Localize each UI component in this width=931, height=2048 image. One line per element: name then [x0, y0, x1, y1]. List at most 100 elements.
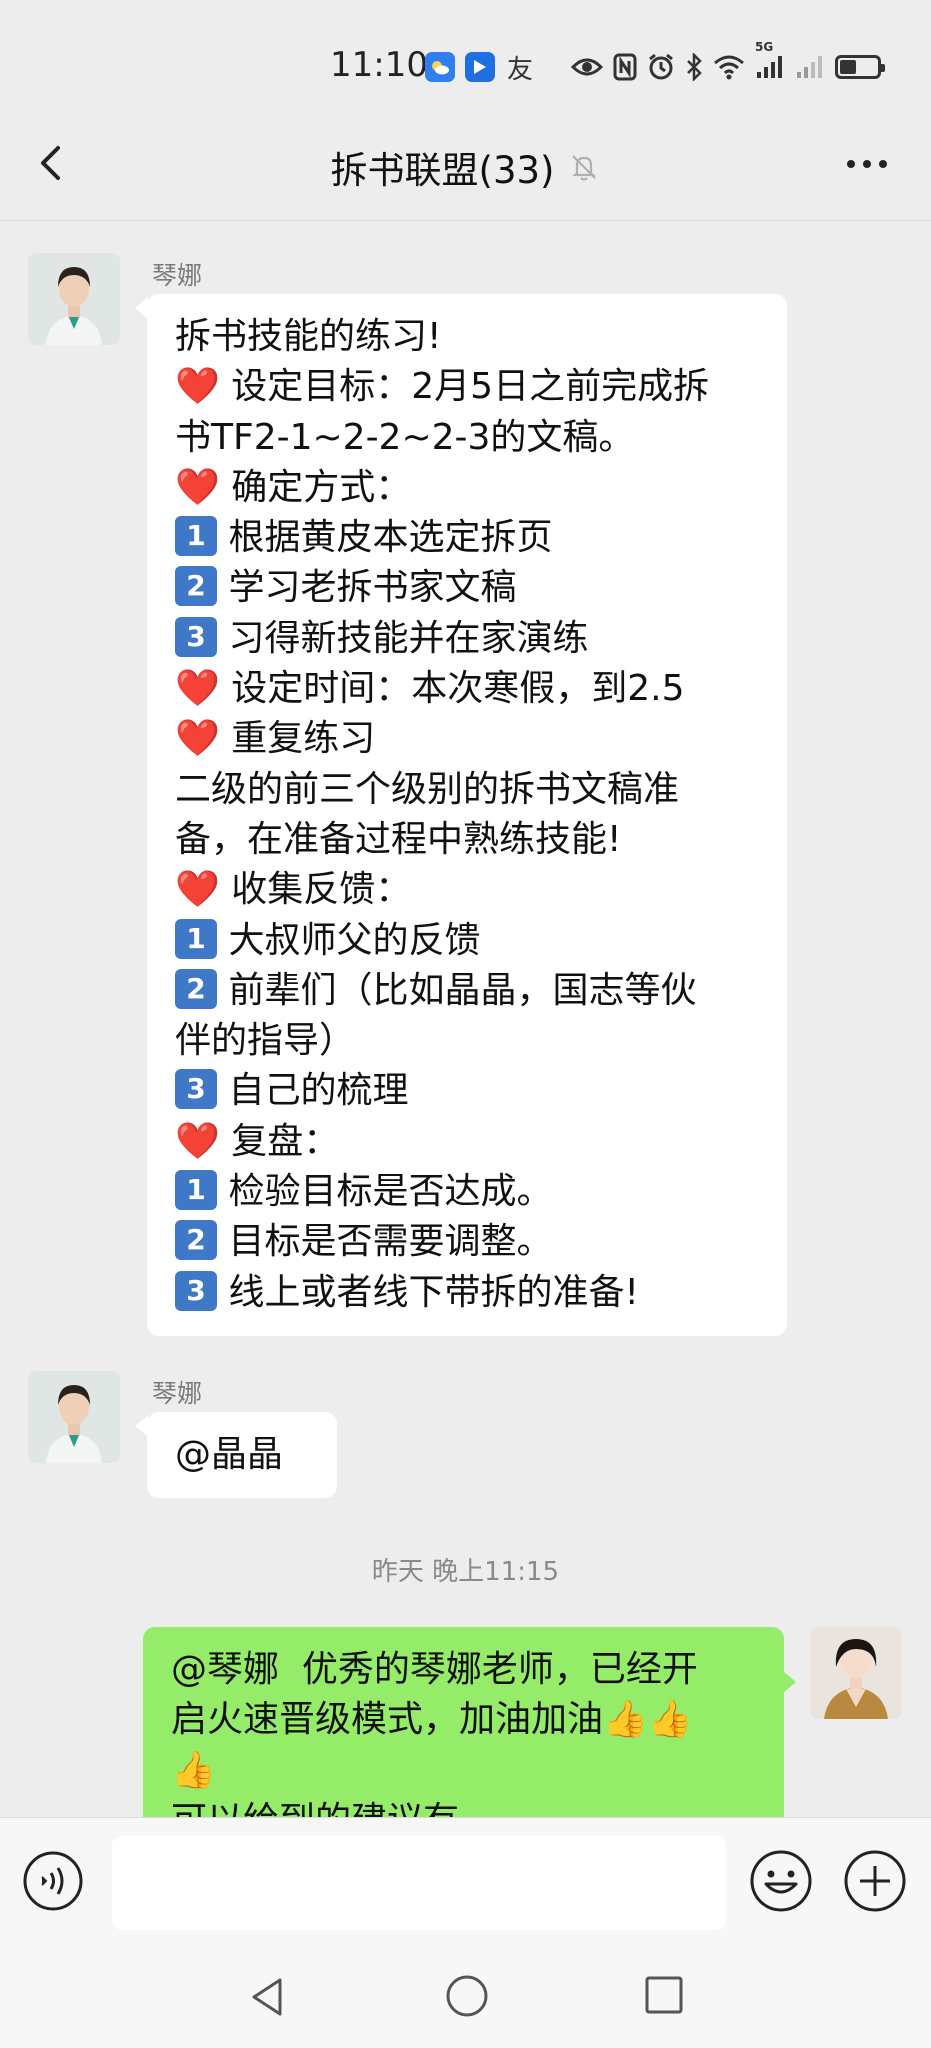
nav-back-button[interactable]	[244, 1972, 294, 2022]
message-line: 👍	[171, 1746, 756, 1796]
sender-name: 琴娜	[152, 261, 203, 290]
message-line: 备，在准备过程中熟练技能!	[175, 815, 759, 865]
message-text: 书TF2-1~2-2~2-3的文稿。	[175, 416, 635, 458]
message-line: ❤️ 设定目标：2月5日之前完成拆	[175, 362, 759, 412]
keycap-number-icon: 1	[175, 918, 217, 959]
more-functions-button[interactable]	[842, 1848, 908, 1914]
status-bar: 11:10 友 5G	[0, 0, 931, 110]
message-text: 重复练习	[219, 718, 376, 760]
message-line: @晶晶	[175, 1430, 309, 1480]
message-line: 2 前辈们（比如晶晶，国志等伙	[175, 966, 759, 1016]
keycap-number-icon: 1	[175, 1170, 217, 1211]
message-text: 确定方式：	[219, 466, 412, 508]
message-line: ❤️ 确定方式：	[175, 463, 759, 513]
mute-bell-icon	[572, 155, 597, 181]
keycap-number-icon: 2	[175, 1220, 217, 1261]
keycap-number-icon: 3	[175, 1069, 217, 1110]
message-text: 备，在准备过程中熟练技能!	[175, 818, 622, 860]
message-line: 1 检验目标是否达成。	[175, 1167, 759, 1217]
emoji-icon	[750, 1850, 812, 1912]
message-line: 二级的前三个级别的拆书文稿准	[175, 765, 759, 815]
message-text: 拆书技能的练习!	[175, 316, 442, 357]
self-avatar[interactable]	[810, 1627, 902, 1719]
message-text: 👍	[171, 1749, 216, 1791]
message-input[interactable]	[112, 1836, 726, 1930]
keycap-number-icon: 2	[175, 968, 217, 1009]
message-list[interactable]: 琴娜 拆书技能的练习! ❤️ 设定目标：2月5日之前完成拆 书TF2-1~2-2~2…	[0, 221, 931, 1817]
message-line: 可以给到的建议有	[171, 1796, 756, 1817]
signal-2-icon	[795, 54, 825, 80]
message-text: 大叔师父的反馈	[217, 919, 481, 961]
message-line: 3 自己的梳理	[175, 1066, 759, 1116]
message-line: 2 目标是否需要调整。	[175, 1217, 759, 1267]
message-text: @晶晶	[175, 1434, 284, 1475]
message-line: 伴的指导）	[175, 1016, 759, 1066]
message-text: 学习老拆书家文稿	[217, 567, 517, 609]
wifi-icon	[713, 54, 745, 80]
message-text: 目标是否需要调整。	[217, 1221, 553, 1263]
keycap-number-icon: 2	[175, 566, 217, 607]
nav-recent-icon	[645, 1976, 683, 2014]
message-text: 自己的梳理	[217, 1070, 409, 1112]
avatar-woman-icon	[28, 1371, 120, 1463]
message-line: 3 习得新技能并在家演练	[175, 614, 759, 664]
chat-title: 拆书联盟(33)	[0, 140, 931, 194]
input-bar	[0, 1817, 931, 1948]
message-line: 书TF2-1~2-2~2-3的文稿。	[175, 413, 759, 463]
plus-icon	[844, 1850, 906, 1912]
message-text: @琴娜 优秀的琴娜老师，已经开	[171, 1649, 698, 1690]
chat-header: 拆书联盟(33)	[0, 110, 931, 221]
alarm-icon	[647, 53, 675, 81]
battery-level	[840, 60, 857, 74]
message-line: ❤️ 设定时间：本次寒假，到2.5	[175, 664, 759, 714]
message-text: 二级的前三个级别的拆书文稿准	[175, 768, 680, 810]
keycap-number-icon: 1	[175, 516, 217, 557]
status-app-icons: 友	[425, 50, 535, 85]
message-bubble[interactable]: 拆书技能的练习! ❤️ 设定目标：2月5日之前完成拆 书TF2-1~2-2~2-3的…	[147, 294, 787, 1336]
message-text: 设定目标：2月5日之前完成拆	[219, 366, 710, 408]
voice-icon	[23, 1851, 83, 1911]
message-text: 收集反馈：	[219, 869, 412, 911]
message-text: 检验目标是否达成。	[217, 1171, 553, 1213]
message-line: 拆书技能的练习!	[175, 312, 759, 362]
message-text: 复盘：	[219, 1120, 340, 1162]
message-bubble[interactable]: @琴娜 优秀的琴娜老师，已经开启火速晋级模式，加油加油👍👍 👍 可以给到的建议有	[143, 1627, 784, 1817]
network-label: 5G	[755, 40, 774, 54]
nfc-icon	[613, 53, 637, 81]
red-heart-icon: ❤️	[175, 466, 220, 508]
more-options-button[interactable]	[839, 142, 895, 186]
red-heart-icon: ❤️	[175, 366, 220, 408]
sender-avatar[interactable]	[28, 1371, 120, 1463]
message-text: 伴的指导）	[175, 1020, 356, 1062]
message-text: 线上或者线下带拆的准备!	[217, 1271, 639, 1313]
signal-icon: 5G	[755, 40, 785, 80]
group-name: 拆书联盟(33)	[330, 149, 555, 192]
message-line: ❤️ 收集反馈：	[175, 865, 759, 915]
sender-avatar[interactable]	[28, 253, 120, 345]
voice-input-button[interactable]	[22, 1850, 84, 1912]
message-text: 习得新技能并在家演练	[217, 617, 589, 659]
red-heart-icon: ❤️	[175, 718, 220, 760]
red-heart-icon: ❤️	[175, 1120, 220, 1162]
message-text: 启火速晋级模式，加油加油👍👍	[171, 1699, 693, 1741]
message-line: 2 学习老拆书家文稿	[175, 563, 759, 613]
eye-icon	[571, 56, 603, 78]
message-text: 根据黄皮本选定拆页	[217, 517, 553, 559]
message-line: 启火速晋级模式，加油加油👍👍	[171, 1695, 756, 1745]
status-system-icons: 5G	[571, 40, 885, 84]
nav-home-button[interactable]	[440, 1969, 494, 2023]
emoji-button[interactable]	[748, 1848, 814, 1914]
status-time: 11:10	[330, 45, 428, 85]
battery-icon	[835, 55, 885, 79]
bluetooth-icon	[685, 53, 703, 81]
nav-back-icon	[252, 1978, 282, 2016]
nav-recent-button[interactable]	[640, 1971, 688, 2019]
message-timestamp: 昨天 晚上11:15	[371, 1557, 560, 1587]
message-line: 1 根据黄皮本选定拆页	[175, 513, 759, 563]
message-text: 可以给到的建议有	[171, 1800, 459, 1817]
message-line: 1 大叔师父的反馈	[175, 916, 759, 966]
system-nav-bar	[0, 1947, 931, 2048]
red-heart-icon: ❤️	[175, 869, 220, 911]
message-bubble[interactable]: @晶晶	[147, 1412, 337, 1499]
avatar-woman-icon	[28, 253, 120, 345]
